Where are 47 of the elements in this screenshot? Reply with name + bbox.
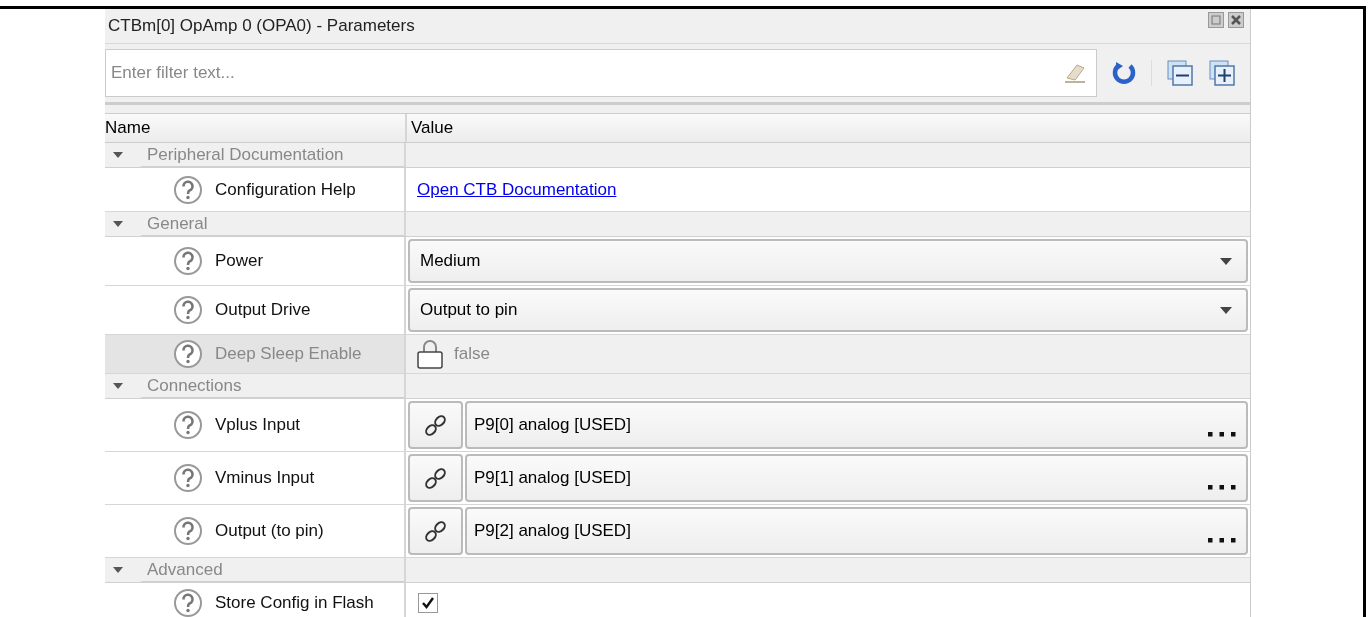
- more-icon[interactable]: [1208, 538, 1236, 543]
- column-header[interactable]: Value: [407, 114, 454, 142]
- dropdown[interactable]: Medium: [408, 239, 1248, 283]
- help-icon[interactable]: [173, 174, 203, 205]
- help-icon[interactable]: [173, 295, 203, 325]
- help-icon[interactable]: [173, 588, 203, 617]
- refresh-icon[interactable]: [1111, 60, 1137, 86]
- chain-link-icon: [422, 465, 449, 491]
- chain-link-icon: [422, 518, 449, 544]
- expand-arrow-icon[interactable]: [112, 220, 124, 228]
- value-text: false: [454, 344, 490, 364]
- column-header[interactable]: Name: [105, 114, 407, 142]
- lock-icon: [416, 339, 444, 369]
- caret-icon: [1220, 257, 1232, 265]
- parameter-name: Vplus Input: [215, 415, 301, 435]
- chain-link-icon: [422, 412, 449, 438]
- more-icon[interactable]: [1208, 485, 1236, 490]
- more-icon[interactable]: [1208, 432, 1236, 437]
- parameter-name: Configuration Help: [215, 179, 356, 200]
- parameter-name: Vminus Input: [215, 468, 315, 488]
- filter-field[interactable]: Enter filter text...: [105, 49, 1097, 97]
- dropdown[interactable]: Output to pin: [408, 288, 1248, 332]
- help-icon[interactable]: [173, 246, 203, 276]
- expand-arrow-icon[interactable]: [112, 151, 124, 159]
- pin-field[interactable]: P9[0] analog [USED]: [465, 401, 1248, 449]
- collapse-all-icon[interactable]: [1166, 59, 1194, 87]
- expand-arrow-icon[interactable]: [112, 566, 124, 574]
- help-icon[interactable]: [173, 516, 203, 546]
- pin-field[interactable]: P9[1] analog [USED]: [465, 454, 1248, 502]
- expand-arrow-icon[interactable]: [112, 382, 124, 390]
- help-icon[interactable]: [173, 410, 203, 440]
- parameter-name: Store Config in Flash: [215, 593, 374, 613]
- pin-field[interactable]: P9[2] analog [USED]: [465, 507, 1248, 555]
- window-title: CTBm[0] OpAmp 0 (OPA0) - Parameters: [108, 16, 415, 36]
- expand-all-icon[interactable]: [1208, 59, 1236, 87]
- link-button[interactable]: [408, 507, 463, 555]
- parameter-name: Output (to pin): [215, 521, 324, 541]
- parameter-name: Power: [215, 251, 264, 271]
- close-icon[interactable]: [1228, 12, 1244, 28]
- documentation-link[interactable]: Open CTB Documentation: [408, 179, 617, 200]
- checkbox[interactable]: [418, 593, 438, 613]
- caret-icon: [1220, 306, 1232, 314]
- parameter-name: Deep Sleep Enable: [215, 344, 362, 364]
- help-icon[interactable]: [173, 463, 203, 493]
- link-button[interactable]: [408, 401, 463, 449]
- parameter-name: Output Drive: [215, 300, 311, 320]
- link-button[interactable]: [408, 454, 463, 502]
